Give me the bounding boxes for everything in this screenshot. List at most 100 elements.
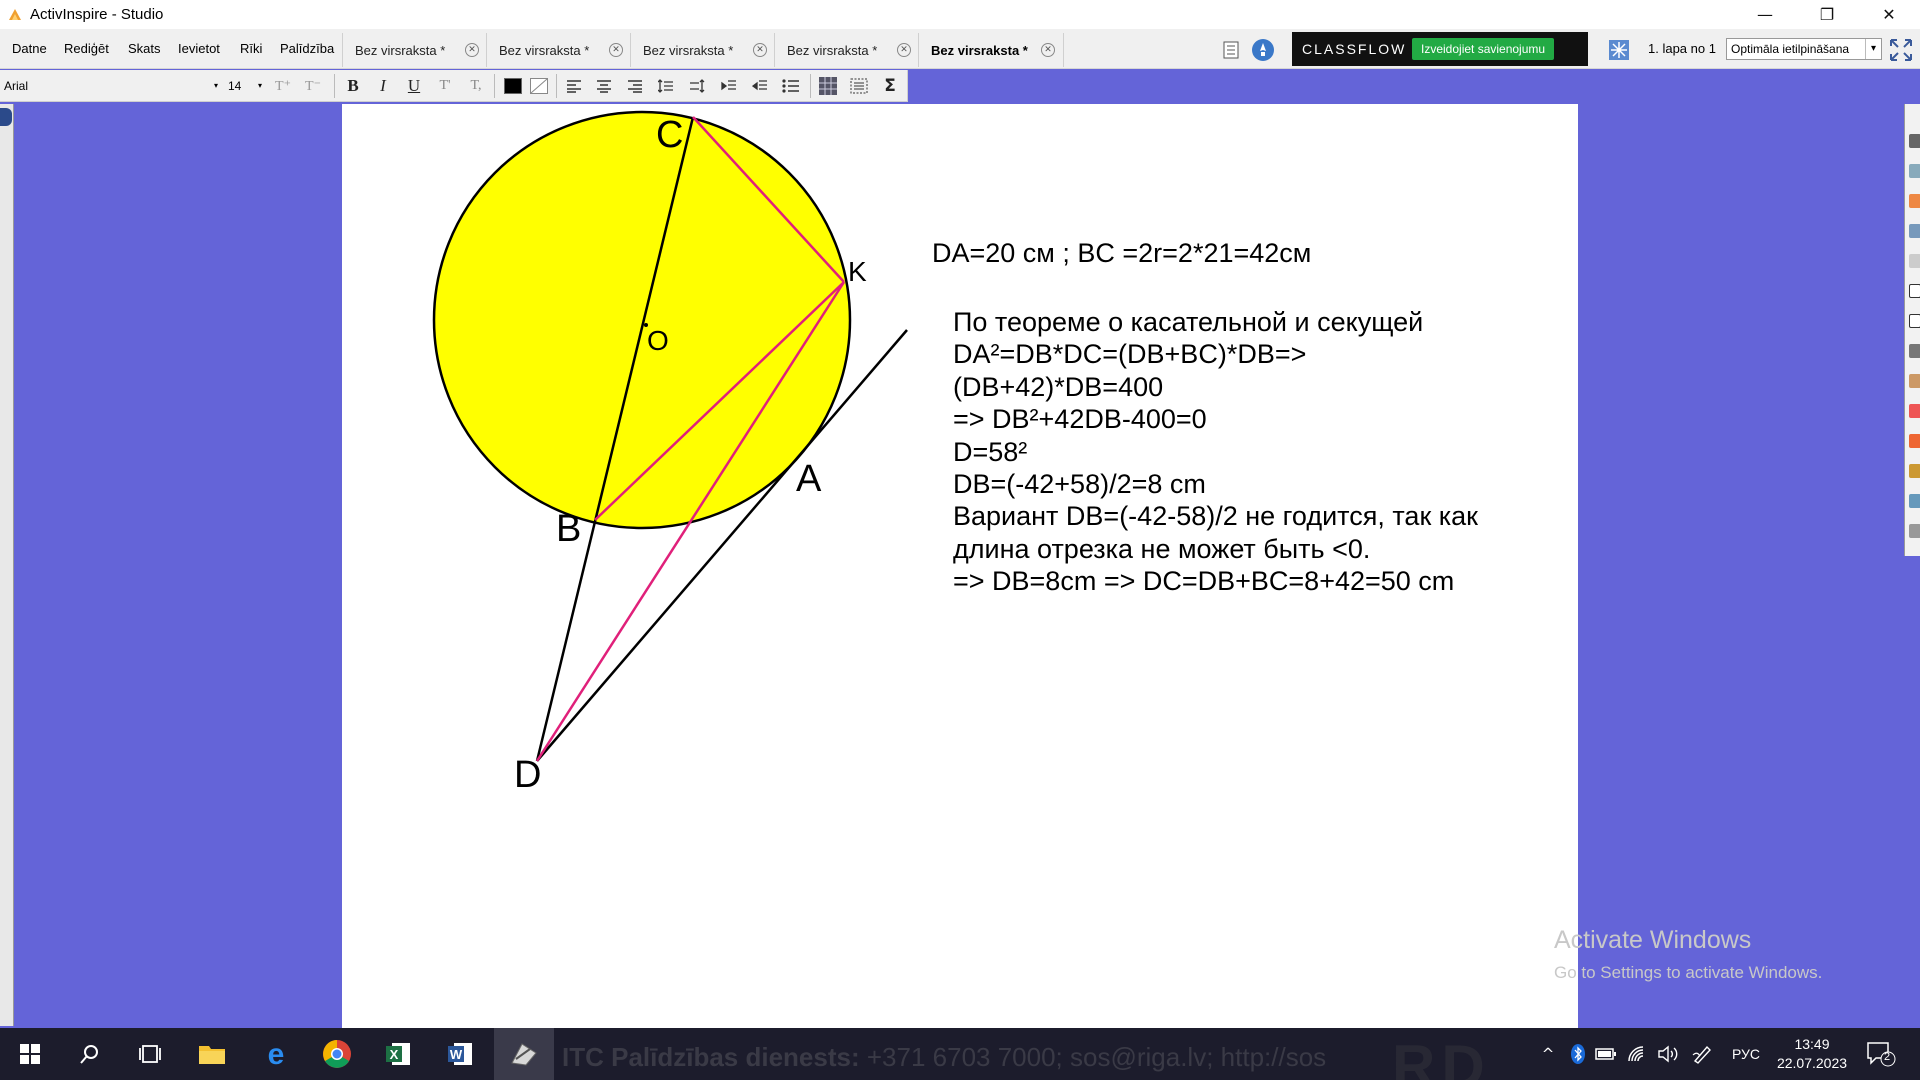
tab-close-icon[interactable]: ✕: [897, 43, 911, 57]
tab-close-icon[interactable]: ✕: [753, 43, 767, 57]
menu-ievietot[interactable]: Ievietot: [178, 41, 220, 56]
bluetooth-button[interactable]: [1566, 1042, 1590, 1066]
battery-button[interactable]: [1594, 1042, 1618, 1066]
align-center-icon: [597, 80, 611, 93]
start-button[interactable]: [0, 1028, 60, 1080]
pen-button[interactable]: [1690, 1042, 1714, 1066]
highlight-color-button[interactable]: [526, 74, 552, 98]
tray-overflow-button[interactable]: ^: [1536, 1042, 1560, 1066]
excel-button[interactable]: X: [368, 1028, 428, 1080]
toolbox-tool-icon[interactable]: [1909, 374, 1920, 388]
tab-close-icon[interactable]: ✕: [609, 43, 623, 57]
dual-user-button[interactable]: [1606, 37, 1632, 63]
underline-button[interactable]: U: [401, 74, 427, 98]
document-tab[interactable]: Bez virsraksta * ✕: [342, 33, 479, 67]
point-label-b[interactable]: B: [556, 508, 581, 551]
chrome-button[interactable]: [307, 1028, 367, 1080]
toolbox-tool-icon[interactable]: [1909, 404, 1920, 418]
point-label-a[interactable]: A: [796, 458, 821, 501]
circle[interactable]: [432, 110, 852, 530]
tab-close-icon[interactable]: ✕: [465, 43, 479, 57]
file-explorer-button[interactable]: [182, 1028, 242, 1080]
toolbox-tool-icon[interactable]: [1909, 464, 1920, 478]
fullscreen-icon[interactable]: [1888, 37, 1914, 63]
search-button[interactable]: [60, 1028, 120, 1080]
word-button[interactable]: W: [430, 1028, 490, 1080]
solution-line: длина отрезка не может быть <0.: [953, 533, 1371, 564]
restore-button[interactable]: ❐: [1796, 0, 1858, 29]
equation-button[interactable]: Σ: [877, 74, 903, 98]
outdent-button[interactable]: [747, 74, 773, 98]
edge-button[interactable]: e: [246, 1028, 306, 1080]
insert-table-button[interactable]: [815, 74, 841, 98]
toolbox-tool-icon[interactable]: [1909, 224, 1920, 238]
text-tool-icon[interactable]: [1909, 284, 1920, 298]
document-tab[interactable]: Bez virsraksta * ✕: [486, 33, 623, 67]
subscript-button[interactable]: T,: [463, 74, 489, 98]
text-color-button[interactable]: [500, 74, 526, 98]
superscript-button[interactable]: T': [432, 74, 458, 98]
given-text[interactable]: DA=20 см ; BC =2r=2*21=42см: [932, 238, 1311, 269]
font-family-select[interactable]: Arial ▾: [4, 76, 220, 96]
classflow-connect-button[interactable]: Izveidojiet savienojumu: [1412, 38, 1555, 60]
network-button[interactable]: [1626, 1042, 1650, 1066]
align-left-button[interactable]: [561, 74, 587, 98]
point-label-c[interactable]: C: [656, 114, 683, 157]
point-label-d[interactable]: D: [514, 754, 541, 797]
document-tab[interactable]: Bez virsraksta * ✕: [630, 33, 767, 67]
close-button[interactable]: ✕: [1858, 0, 1920, 29]
bluetooth-icon: [1571, 1044, 1585, 1064]
launch-button[interactable]: [1250, 37, 1276, 63]
font-size-select[interactable]: 14 ▾: [228, 76, 264, 96]
select-all-button[interactable]: [846, 74, 872, 98]
zoom-value: Optimāla ietilpināšana: [1731, 42, 1850, 56]
select-text-icon: [850, 78, 868, 94]
grow-font-button[interactable]: T⁺: [270, 74, 296, 98]
browser-toggle-handle[interactable]: [0, 108, 12, 126]
volume-button[interactable]: [1656, 1042, 1680, 1066]
menu-skats[interactable]: Skats: [128, 41, 161, 56]
document-tab-active[interactable]: Bez virsraksta * ✕: [918, 33, 1064, 67]
point-label-o[interactable]: O: [647, 325, 669, 357]
line-spacing-button[interactable]: [653, 74, 679, 98]
activinspire-taskbar-button[interactable]: [494, 1028, 554, 1080]
document-tab[interactable]: Bez virsraksta * ✕: [774, 33, 911, 67]
zoom-select[interactable]: Optimāla ietilpināšana ▾: [1726, 38, 1882, 60]
toolbox-tool-icon[interactable]: [1909, 524, 1920, 538]
menu-rediget[interactable]: Rediģēt: [64, 41, 109, 56]
point-label-k[interactable]: K: [848, 256, 867, 288]
minimize-button[interactable]: —: [1734, 0, 1796, 29]
solution-line: => DB=8cm => DC=DB+BC=8+42=50 cm: [953, 566, 1455, 597]
toolbox-tool-icon[interactable]: [1909, 434, 1920, 448]
task-view-icon: [139, 1045, 161, 1063]
input-language[interactable]: РУС: [1732, 1046, 1760, 1062]
system-clock[interactable]: 13:49 22.07.2023: [1776, 1035, 1848, 1073]
flipchart-page[interactable]: C K O A B D DA=20 см ; BC =2r=2*21=42см …: [342, 104, 1578, 1028]
activinspire-icon: [511, 1043, 537, 1066]
toolbox-tool-icon[interactable]: [1909, 134, 1920, 148]
paragraph-spacing-button[interactable]: [684, 74, 710, 98]
bold-button[interactable]: B: [340, 74, 366, 98]
toolbox-tool-icon[interactable]: [1909, 254, 1920, 268]
tab-close-icon[interactable]: ✕: [1041, 43, 1055, 57]
shrink-font-button[interactable]: T⁻: [300, 74, 326, 98]
align-right-button[interactable]: [622, 74, 648, 98]
italic-button[interactable]: I: [370, 74, 396, 98]
notification-center-button[interactable]: 2: [1866, 1040, 1896, 1068]
toolbox-tool-icon[interactable]: [1909, 344, 1920, 358]
align-center-button[interactable]: [591, 74, 617, 98]
indent-button[interactable]: [716, 74, 742, 98]
page-browser-button[interactable]: [1218, 37, 1244, 63]
left-browser-strip[interactable]: [0, 104, 14, 1026]
toolbox-tool-icon[interactable]: [1909, 494, 1920, 508]
solution-text[interactable]: По теореме о касательной и секущей DA²=D…: [953, 306, 1478, 598]
toolbox-tool-icon[interactable]: [1909, 314, 1920, 328]
task-view-button[interactable]: [120, 1028, 180, 1080]
bullet-list-button[interactable]: [778, 74, 804, 98]
menu-palidziba[interactable]: Palīdzība: [280, 41, 334, 56]
toolbox-tool-icon[interactable]: [1909, 164, 1920, 178]
menu-datne[interactable]: Datne: [12, 41, 47, 56]
windows-logo-icon: [20, 1044, 40, 1064]
toolbox-tool-icon[interactable]: [1909, 194, 1920, 208]
menu-riki[interactable]: Rīki: [240, 41, 262, 56]
